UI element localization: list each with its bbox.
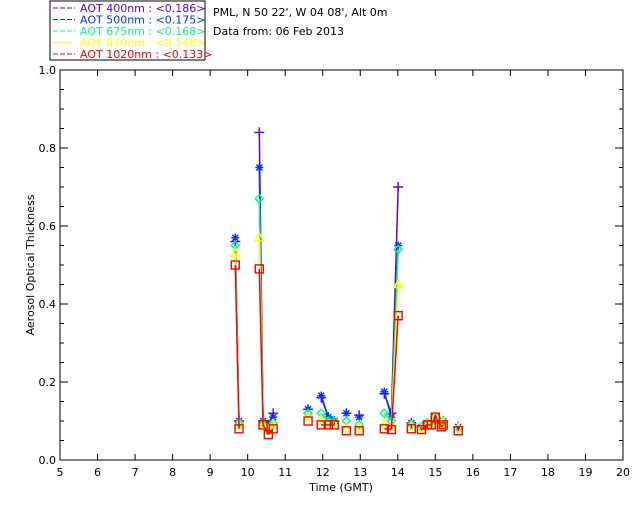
x-axis-label: Time (GMT) [308, 481, 373, 494]
y-tick-label: 1.0 [39, 64, 57, 77]
asterisk-marker [317, 391, 326, 400]
x-tick-label: 16 [466, 466, 480, 479]
data-marks [230, 127, 464, 440]
y-tick-label: 0.0 [39, 454, 57, 467]
legend-entry: AOT 1020nm : <0.133> [80, 48, 213, 61]
series-3 [230, 231, 464, 435]
x-tick-label: 19 [578, 466, 592, 479]
x-tick-label: 12 [316, 466, 330, 479]
series-1 [231, 163, 463, 431]
x-tick-label: 7 [132, 466, 139, 479]
aot-chart: AOT 400nm : <0.186>AOT 500nm : <0.175>AO… [24, 0, 630, 494]
y-axis-label: Aerosol Optical Thickness [24, 194, 37, 335]
y-tick-label: 0.8 [39, 142, 57, 155]
plus-marker [393, 182, 404, 192]
x-tick-label: 20 [616, 466, 630, 479]
triangle-marker [302, 410, 314, 421]
asterisk-marker [380, 387, 389, 396]
x-tick-label: 14 [391, 466, 405, 479]
x-tick-label: 15 [428, 466, 442, 479]
x-tick-label: 5 [57, 466, 64, 479]
chart: AOT 400nm : <0.186> AOT 500nm : <0.175> AO… [0, 0, 640, 512]
x-tick-label: 10 [241, 466, 255, 479]
asterisk-marker [342, 409, 351, 418]
plot-frame [59, 69, 624, 461]
y-tick-label: 0.4 [39, 298, 57, 311]
plus-marker [254, 127, 265, 138]
header-line-1: PML, N 50 22', W 04 08', Alt 0m [213, 6, 387, 19]
asterisk-marker [355, 413, 364, 422]
y-tick-label: 0.6 [39, 220, 57, 233]
triangle-marker [341, 422, 352, 433]
series-0 [230, 127, 464, 432]
asterisk-marker [231, 233, 240, 242]
series-2 [230, 193, 464, 434]
x-tick-label: 13 [353, 466, 367, 479]
x-tick-label: 17 [503, 466, 517, 479]
series-segment [234, 264, 240, 429]
header-line-2: Data from: 06 Feb 2013 [213, 25, 344, 38]
y-tick-label: 0.2 [39, 376, 57, 389]
x-tick-label: 9 [207, 466, 214, 479]
triangle-marker [354, 422, 365, 433]
x-tick-label: 11 [278, 466, 292, 479]
x-tick-label: 8 [169, 466, 176, 479]
x-tick-label: 18 [541, 466, 555, 479]
x-tick-label: 6 [94, 466, 101, 479]
asterisk-marker [255, 163, 264, 172]
